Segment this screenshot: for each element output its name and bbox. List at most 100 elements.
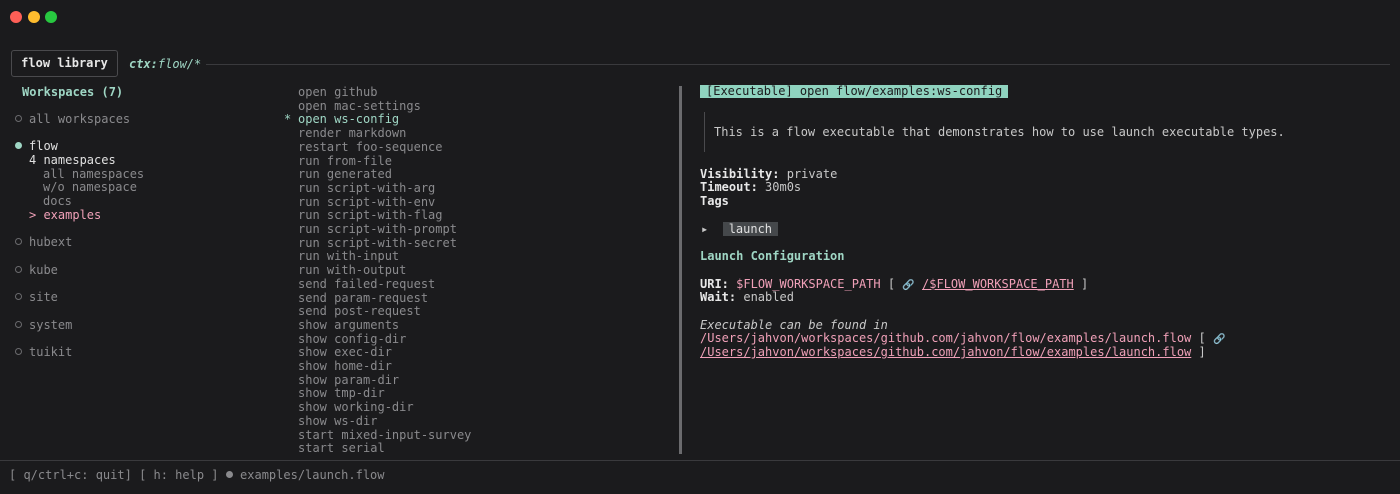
wait-label: Wait: — [700, 290, 737, 304]
timeout-label: Timeout: — [700, 180, 758, 194]
description-quote-bar — [704, 112, 705, 152]
executable-item[interactable]: run with-output — [298, 263, 406, 277]
workspace-label: system — [29, 318, 73, 332]
executable-item[interactable]: show working-dir — [298, 400, 414, 414]
timeout-value: 30m0s — [765, 180, 802, 194]
tab-flow-library[interactable]: flow library — [11, 50, 118, 77]
executable-item[interactable]: show param-dir — [298, 373, 399, 387]
status-file: examples/launch.flow — [240, 468, 385, 482]
workspace-label: site — [29, 290, 58, 304]
executable-item[interactable]: start serial — [298, 441, 385, 455]
workspace-item-tuikit[interactable]: tuikit — [15, 345, 72, 359]
help-hint: [ h: help ] — [139, 468, 219, 482]
executable-item[interactable]: send failed-request — [298, 277, 435, 291]
executable-item[interactable]: run script-with-arg — [298, 181, 435, 195]
selected-marker: * — [284, 112, 292, 126]
executable-item[interactable]: show ws-dir — [298, 414, 377, 428]
context-indicator: ctx:flow/* — [129, 57, 201, 71]
executable-item[interactable]: send param-request — [298, 291, 428, 305]
executable-item[interactable]: run script-with-flag — [298, 208, 443, 222]
status-divider — [0, 460, 1400, 461]
executable-item[interactable]: run script-with-prompt — [298, 222, 457, 236]
context-value: flow/* — [157, 57, 202, 71]
close-window-button[interactable] — [10, 11, 22, 23]
status-bar: [ q/ctrl+c: quit] [ h: help ] examples/l… — [9, 468, 385, 482]
tags-label: Tags — [700, 194, 729, 208]
executable-description: This is a flow executable that demonstra… — [714, 125, 1285, 139]
uri-label: URI: — [700, 277, 729, 291]
minimize-window-button[interactable] — [28, 11, 40, 23]
executable-item[interactable]: open mac-settings — [298, 99, 421, 113]
tag-chip-launch[interactable]: launch — [722, 222, 779, 236]
quit-hint: [ q/ctrl+c: quit] — [9, 468, 132, 482]
workspace-label: hubext — [29, 235, 73, 249]
namespace-item-none[interactable]: w/o namespace — [43, 180, 137, 194]
namespace-count: 4 namespaces — [29, 153, 116, 167]
context-label: ctx: — [129, 57, 158, 71]
executable-item[interactable]: run from-file — [298, 154, 392, 168]
workspace-item-system[interactable]: system — [15, 318, 72, 332]
wait-row: Wait: enabled — [700, 290, 794, 304]
executable-item[interactable]: open github — [298, 85, 377, 99]
radio-icon — [15, 293, 22, 300]
executable-item[interactable]: run script-with-secret — [298, 236, 457, 250]
bracket: [ — [887, 277, 896, 291]
visibility-value: private — [786, 167, 838, 181]
link-icon: 🔗 — [1212, 334, 1226, 345]
radio-icon — [15, 115, 22, 122]
executable-item[interactable]: restart foo-sequence — [298, 140, 443, 154]
launch-config-heading: Launch Configuration — [700, 249, 845, 263]
tag-row: ▸ launch — [701, 222, 779, 236]
namespace-item-examples[interactable]: > examples — [29, 208, 101, 222]
bracket: [ — [1198, 331, 1206, 345]
executable-item[interactable]: open ws-config — [298, 112, 399, 126]
executable-header: [Executable] open flow/examples:ws-confi… — [700, 85, 1009, 98]
found-in-label: Executable can be found in — [700, 318, 888, 332]
executable-item[interactable]: show arguments — [298, 318, 399, 332]
executable-item[interactable]: run with-input — [298, 249, 399, 263]
radio-icon — [15, 266, 22, 273]
executable-path: /Users/jahvon/workspaces/github.com/jahv… — [700, 331, 1192, 345]
executable-path-link[interactable]: /Users/jahvon/workspaces/github.com/jahv… — [700, 345, 1191, 359]
radio-icon — [15, 348, 22, 355]
bracket: ] — [1198, 345, 1206, 359]
executable-item[interactable]: show config-dir — [298, 332, 406, 346]
workspace-label: all workspaces — [29, 112, 131, 126]
workspace-item-flow[interactable]: flow — [15, 139, 58, 153]
bullet-arrow-icon: ▸ — [701, 222, 709, 236]
pane-separator — [679, 86, 682, 454]
workspace-item-site[interactable]: site — [15, 290, 58, 304]
radio-icon — [15, 238, 22, 245]
executable-item[interactable]: show exec-dir — [298, 345, 392, 359]
wait-value: enabled — [743, 290, 794, 304]
executable-item[interactable]: run generated — [298, 167, 392, 181]
executable-item[interactable]: start mixed-input-survey — [298, 428, 471, 442]
namespace-item-docs[interactable]: docs — [43, 194, 72, 208]
workspace-item-all[interactable]: all workspaces — [15, 112, 130, 126]
executable-item[interactable]: show tmp-dir — [298, 386, 385, 400]
path-link-row: /Users/jahvon/workspaces/github.com/jahv… — [700, 345, 1206, 359]
status-dot-icon — [225, 471, 233, 478]
uri-link[interactable]: /$FLOW_WORKSPACE_PATH — [922, 277, 1074, 291]
executable-item[interactable]: render markdown — [298, 126, 406, 140]
zoom-window-button[interactable] — [45, 11, 57, 23]
radio-selected-icon — [15, 142, 22, 149]
executable-item[interactable]: run script-with-env — [298, 195, 435, 209]
workspace-label: tuikit — [29, 345, 73, 359]
visibility-label: Visibility: — [700, 167, 780, 181]
executable-item[interactable]: send post-request — [298, 304, 421, 318]
workspace-item-hubext[interactable]: hubext — [15, 235, 72, 249]
uri-value: $FLOW_WORKSPACE_PATH — [736, 277, 881, 291]
link-icon: 🔗 — [902, 280, 915, 291]
workspaces-title: Workspaces (7) — [22, 85, 124, 99]
workspace-label: flow — [29, 139, 58, 153]
timeout-row: Timeout: 30m0s — [700, 180, 801, 194]
bracket: ] — [1080, 277, 1089, 291]
workspace-label: kube — [29, 263, 58, 277]
tab-divider — [206, 64, 1390, 65]
visibility-row: Visibility: private — [700, 167, 837, 181]
workspace-item-kube[interactable]: kube — [15, 263, 58, 277]
executable-item[interactable]: show home-dir — [298, 359, 392, 373]
namespace-item-all[interactable]: all namespaces — [43, 167, 144, 181]
radio-icon — [15, 321, 22, 328]
